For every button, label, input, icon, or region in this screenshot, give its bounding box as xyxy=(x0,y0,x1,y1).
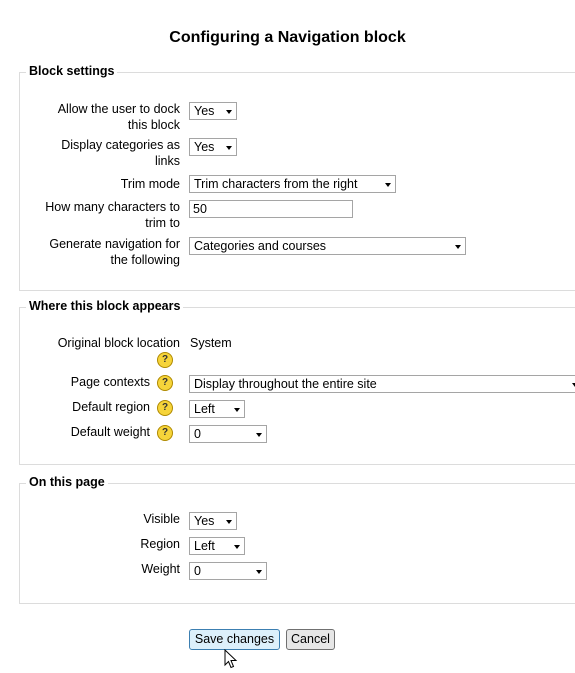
chevron-down-icon xyxy=(226,520,232,524)
help-question-icon[interactable]: ? xyxy=(157,375,173,391)
original-location-label: Original block location xyxy=(57,336,180,350)
fieldset-on-this-page: On this page xyxy=(19,475,575,604)
region-select[interactable]: Left xyxy=(189,537,245,555)
help-question-icon[interactable]: ? xyxy=(157,400,173,416)
categories-label-line-1: Display categories as xyxy=(61,138,180,152)
fieldset-legend-where-appears: Where this block appears xyxy=(26,299,184,313)
weight-label: Weight xyxy=(141,562,180,576)
weight-select-value: 0 xyxy=(194,564,201,578)
region-select-value: Left xyxy=(194,539,215,553)
original-location-value: System xyxy=(190,336,232,350)
dock-label: Allow the user to dock this block xyxy=(58,101,180,133)
trim-length-input[interactable]: 50 xyxy=(189,200,353,218)
chevron-down-icon xyxy=(234,408,240,412)
page-contexts-label: Page contexts xyxy=(70,375,150,389)
trim-mode-select[interactable]: Trim characters from the right xyxy=(189,175,396,193)
categories-select-value: Yes xyxy=(194,140,215,154)
visible-select[interactable]: Yes xyxy=(189,512,237,530)
visible-label: Visible xyxy=(143,512,180,526)
chevron-down-icon xyxy=(226,110,232,114)
default-region-select[interactable]: Left xyxy=(189,400,245,418)
categories-label-line-2: links xyxy=(154,154,180,168)
visible-select-value: Yes xyxy=(194,514,215,528)
generate-select-value: Categories and courses xyxy=(194,239,327,253)
chevron-down-icon xyxy=(256,433,262,437)
default-weight-select-value: 0 xyxy=(194,427,201,441)
trim-length-label-line-2: trim to xyxy=(145,216,180,230)
fieldset-legend-block-settings: Block settings xyxy=(26,64,118,78)
chevron-down-icon xyxy=(234,545,240,549)
dock-select[interactable]: Yes xyxy=(189,102,237,120)
generate-select[interactable]: Categories and courses xyxy=(189,237,466,255)
chevron-down-icon xyxy=(455,245,461,249)
chevron-down-icon xyxy=(226,146,232,150)
fieldset-legend-on-this-page: On this page xyxy=(26,475,108,489)
chevron-down-icon xyxy=(256,570,262,574)
save-changes-button[interactable]: Save changes xyxy=(189,629,280,650)
dock-label-line-2: this block xyxy=(127,118,180,132)
default-weight-label: Default weight xyxy=(70,425,150,439)
default-region-label: Default region xyxy=(72,400,150,414)
help-question-icon[interactable]: ? xyxy=(157,352,173,368)
generate-label-line-2: the following xyxy=(110,253,181,267)
page-title: Configuring a Navigation block xyxy=(169,29,406,46)
default-region-select-value: Left xyxy=(194,402,215,416)
default-weight-select[interactable]: 0 xyxy=(189,425,267,443)
mouse-pointer-icon xyxy=(224,649,238,669)
generate-label: Generate navigation for the following xyxy=(49,236,180,268)
dock-label-line-1: Allow the user to dock xyxy=(57,102,180,116)
trim-length-label: How many characters to trim to xyxy=(45,199,180,231)
generate-label-line-1: Generate navigation for xyxy=(49,237,180,251)
trim-length-label-line-1: How many characters to xyxy=(45,200,180,214)
categories-select[interactable]: Yes xyxy=(189,138,237,156)
categories-label: Display categories as links xyxy=(61,137,180,169)
chevron-down-icon xyxy=(385,183,391,187)
trim-mode-select-value: Trim characters from the right xyxy=(194,177,358,191)
cancel-button[interactable]: Cancel xyxy=(286,629,335,650)
page-contexts-select-value: Display throughout the entire site xyxy=(194,377,377,391)
page-contexts-select[interactable]: Display throughout the entire site xyxy=(189,375,575,393)
dock-select-value: Yes xyxy=(194,104,215,118)
weight-select[interactable]: 0 xyxy=(189,562,267,580)
region-label: Region xyxy=(140,537,180,551)
trim-mode-label: Trim mode xyxy=(120,177,180,191)
help-question-icon[interactable]: ? xyxy=(157,425,173,441)
